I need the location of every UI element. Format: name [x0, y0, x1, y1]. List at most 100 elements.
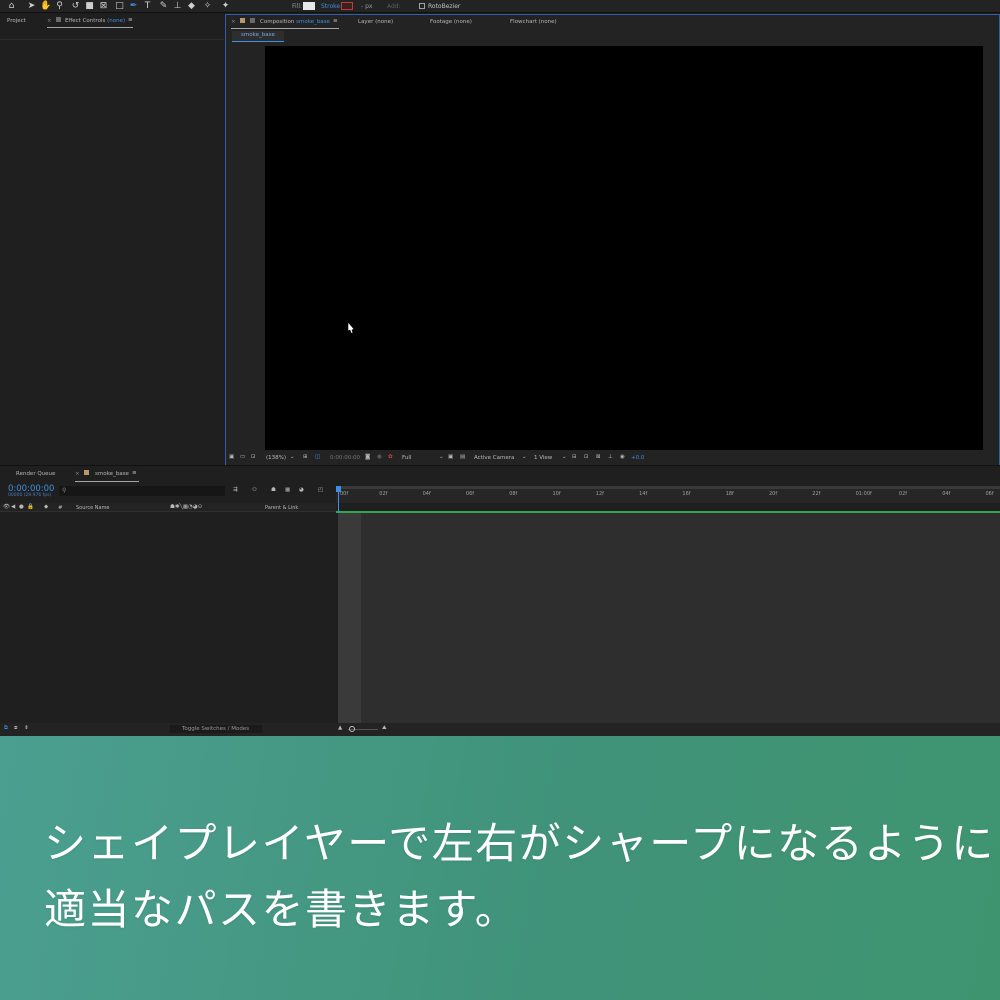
audio-icon[interactable]: ◀	[11, 504, 15, 510]
timeline-panel: Render Queue × smoke_base ≡ 0:00:00:00 0…	[0, 466, 1000, 736]
fast-3d-icon[interactable]: ⊡	[584, 454, 589, 460]
pen-tool-icon[interactable]: ✒	[128, 1, 139, 12]
switches-icons[interactable]: ☗✱╲▦◔◕⊙	[170, 504, 202, 510]
stroke-width-label[interactable]: - px	[361, 3, 372, 10]
close-icon[interactable]: ×	[75, 471, 80, 477]
video-visibility-icon[interactable]: 👁	[3, 504, 10, 510]
caption-banner: シェイプレイヤーで左右がシャープになるように 適当なパスを書きます。	[0, 736, 1000, 1000]
timeline-footer-right: ▲ ⛰	[336, 723, 1000, 736]
mask-visibility-icon[interactable]: ◫	[315, 454, 320, 460]
chevron-down-icon[interactable]: ⌄	[522, 454, 527, 460]
breadcrumb[interactable]: smoke_base	[232, 31, 284, 41]
graph-editor-icon[interactable]: ◰	[318, 487, 323, 493]
ruler-tick-label: 08f	[509, 491, 518, 497]
hand-tool-icon[interactable]: ✋	[40, 1, 51, 12]
layer-list[interactable]	[0, 513, 336, 723]
breadcrumb-comp[interactable]: smoke_base	[241, 32, 275, 38]
composition-canvas[interactable]	[265, 46, 983, 450]
color-channels-icon[interactable]: ✿	[388, 454, 393, 460]
solo-icon[interactable]: ●	[19, 504, 24, 510]
rectangle-tool-icon[interactable]: □	[114, 1, 125, 12]
eraser-tool-icon[interactable]: ◆	[186, 1, 197, 12]
zoom-out-icon[interactable]: ▲	[338, 725, 342, 731]
panel-menu-icon[interactable]: ≡	[128, 17, 133, 23]
stroke-swatch[interactable]	[341, 2, 353, 10]
tab-project[interactable]: Project	[7, 18, 26, 24]
close-icon[interactable]: ×	[231, 19, 236, 25]
panel-menu-icon[interactable]: ≡	[333, 18, 338, 24]
work-area-bar[interactable]	[338, 486, 1000, 489]
region-of-interest-icon[interactable]: ▣	[229, 454, 234, 460]
timeline-icon[interactable]: ⊠	[596, 454, 601, 460]
col-number[interactable]: #	[58, 505, 63, 511]
flowchart-icon[interactable]: ⊥	[608, 454, 613, 460]
clone-stamp-tool-icon[interactable]: ⊥	[172, 1, 183, 12]
fill-swatch[interactable]	[303, 2, 315, 10]
exposure-value[interactable]: +0.0	[631, 455, 644, 461]
transparency-grid-icon[interactable]: ▤	[460, 454, 465, 460]
vr-icon[interactable]: ⊡	[251, 454, 256, 460]
lock-icon[interactable]: 🔒	[27, 504, 34, 510]
zoom-in-icon[interactable]: ⛰	[382, 725, 387, 732]
grid-icon[interactable]: ⊞	[303, 454, 308, 460]
reset-exposure-icon[interactable]: ◉	[620, 454, 625, 460]
motion-blur-icon[interactable]: ◕	[299, 487, 304, 493]
col-parent-link[interactable]: Parent & Link	[265, 505, 298, 511]
chevron-down-icon[interactable]: ⌄	[562, 454, 567, 460]
zoom-tool-icon[interactable]: ⚲	[54, 1, 65, 12]
ruler-tick-label: 10f	[552, 491, 561, 497]
col-source-name[interactable]: Source Name	[76, 505, 110, 511]
camera-dropdown[interactable]: Active Camera	[474, 455, 514, 461]
tab-footage[interactable]: Footage (none)	[430, 19, 472, 25]
shy-layers-icon[interactable]: ☗	[271, 487, 276, 493]
brush-tool-icon[interactable]: ✎	[158, 1, 169, 12]
close-icon[interactable]: ×	[47, 18, 52, 24]
layer-switches-icon[interactable]: ⧉	[4, 725, 8, 732]
frame-blending-icon[interactable]: ▦	[285, 487, 290, 493]
track-area[interactable]	[361, 513, 1000, 723]
pan-behind-tool-icon[interactable]: ⊠	[98, 1, 109, 12]
time-ruler[interactable]: 00f 02f 04f 06f 08f 10f 12f 14f 16f 18f 20f 22f 01:0…	[336, 486, 1000, 503]
project-panel: Project × Effect Controls (none) ≡	[0, 14, 224, 465]
chevron-down-icon[interactable]: ⌄	[290, 454, 295, 460]
selection-tool-icon[interactable]: ➤	[26, 1, 37, 12]
tab-render-queue[interactable]: Render Queue	[16, 471, 55, 477]
toggle-pixel-aspect-icon[interactable]: ⊟	[572, 454, 577, 460]
stroke-label[interactable]: Stroke:	[321, 3, 342, 10]
layer-search-input[interactable]: ⚲	[59, 486, 225, 496]
show-snapshot-icon[interactable]: ●	[377, 454, 382, 460]
zoom-dropdown[interactable]: (138%)	[266, 455, 286, 461]
puppet-pin-tool-icon[interactable]: ✦	[220, 1, 231, 12]
transfer-controls-icon[interactable]: ⧈	[14, 725, 18, 732]
tab-effect-controls[interactable]: Effect Controls (none)	[65, 18, 125, 24]
camera-tool-icon[interactable]: ■	[84, 1, 95, 12]
home-icon[interactable]: ⌂	[6, 1, 17, 12]
rotate-tool-icon[interactable]: ↺	[70, 1, 81, 12]
composition-tab-label: Composition	[260, 19, 295, 25]
tab-flowchart[interactable]: Flowchart (none)	[510, 19, 557, 25]
active-tab-indicator	[47, 27, 133, 28]
effect-controls-target: (none)	[107, 18, 126, 24]
display-icon[interactable]: ▭	[240, 454, 245, 460]
views-dropdown[interactable]: 1 View	[534, 455, 552, 461]
viewer-controls-bar: ▣ ▭ ⊡ (138%) ⌄ ⊞ ◫ 0:00:00:00 ◙ ● ✿ Full…	[226, 452, 999, 465]
resolution-dropdown[interactable]: Full	[402, 455, 411, 461]
snapshot-icon[interactable]: ◙	[365, 454, 370, 460]
tab-composition[interactable]: Composition smoke_base	[260, 19, 330, 25]
viewer-timecode[interactable]: 0:00:00:00	[330, 455, 360, 461]
type-tool-icon[interactable]: T	[142, 1, 153, 12]
draft-3d-icon[interactable]: ⚇	[252, 487, 257, 493]
composition-icon	[84, 470, 89, 475]
rotobezier-checkbox[interactable]	[419, 3, 425, 9]
chevron-down-icon[interactable]: ⌄	[439, 454, 444, 460]
zoom-slider-thumb[interactable]	[349, 726, 355, 732]
tab-layer[interactable]: Layer (none)	[358, 19, 393, 25]
toggle-switches-button[interactable]: Toggle Switches / Modes	[170, 725, 262, 733]
tab-smoke-base[interactable]: smoke_base	[95, 471, 129, 477]
composition-mini-flowchart-icon[interactable]: ⇶	[233, 487, 238, 493]
in-out-icon[interactable]: ⇟	[24, 725, 29, 731]
panel-menu-icon[interactable]: ≡	[132, 470, 137, 476]
label-tag-icon[interactable]: ◆	[44, 504, 48, 510]
roto-brush-tool-icon[interactable]: ✧	[202, 1, 213, 12]
fast-previews-icon[interactable]: ▣	[448, 454, 453, 460]
